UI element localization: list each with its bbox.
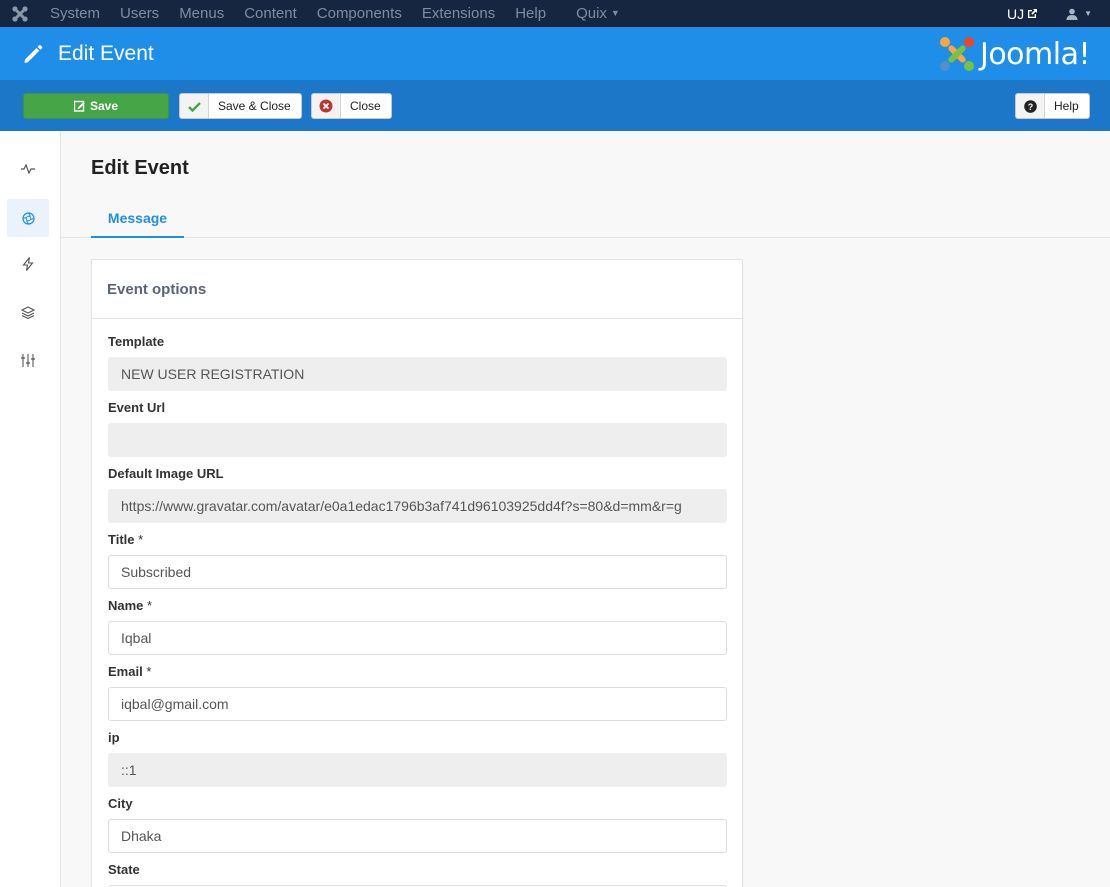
pulse-icon[interactable]: [7, 150, 49, 188]
chevron-down-icon: ▼: [610, 8, 620, 19]
nav-help[interactable]: Help: [505, 0, 556, 27]
nav-components[interactable]: Components: [307, 0, 412, 27]
layers-icon[interactable]: [7, 293, 49, 331]
pencil-icon: [22, 43, 44, 65]
required-marker: *: [138, 532, 144, 547]
top-navbar: System Users Menus Content Components Ex…: [0, 0, 1110, 27]
template-label: Template: [108, 334, 165, 349]
external-link-icon: [1028, 9, 1038, 18]
save-close-button[interactable]: Save & Close: [179, 93, 302, 119]
name-label-text: Name: [108, 598, 144, 613]
required-marker: *: [147, 598, 153, 613]
template-field[interactable]: [108, 357, 727, 391]
nav-menus[interactable]: Menus: [169, 0, 234, 27]
help-icon: ?: [1016, 94, 1045, 118]
name-field[interactable]: [108, 621, 727, 655]
title-bar: Edit Event Joomla!: [0, 27, 1110, 80]
check-icon: [180, 94, 209, 118]
email-label-text: Email: [108, 664, 143, 679]
nav-content[interactable]: Content: [234, 0, 307, 27]
close-circle-icon: [312, 94, 341, 118]
required-marker: *: [146, 664, 152, 679]
sliders-icon[interactable]: [7, 341, 49, 379]
user-icon: [1066, 8, 1078, 20]
default-image-url-label: Default Image URL: [108, 466, 224, 481]
email-label: Email *: [108, 664, 151, 679]
tab-message[interactable]: Message: [91, 199, 184, 238]
site-link[interactable]: UJ: [1007, 6, 1038, 22]
tab-bar: Message: [61, 199, 1110, 238]
title-label: Title *: [108, 532, 143, 547]
nav-users[interactable]: Users: [110, 0, 169, 27]
toolbar: Save Save & Close Close ? Help: [0, 80, 1110, 131]
help-button-label: Help: [1054, 99, 1079, 113]
edit-icon: [73, 94, 86, 118]
page-title: Edit Event: [91, 157, 189, 179]
joomla-logo-icon: [939, 37, 974, 71]
email-field[interactable]: [108, 687, 727, 721]
save-button[interactable]: Save: [23, 93, 169, 119]
help-button[interactable]: ? Help: [1015, 93, 1090, 119]
nav-system[interactable]: System: [40, 0, 110, 27]
event-options-card: Event options Template Event Url Default…: [91, 259, 743, 887]
lightning-icon[interactable]: [7, 245, 49, 283]
card-title: Event options: [92, 260, 742, 319]
close-button-label: Close: [350, 99, 381, 113]
chevron-down-icon: ▼: [1084, 9, 1092, 18]
joomla-menu-icon[interactable]: [0, 0, 40, 27]
event-url-label: Event Url: [108, 400, 166, 415]
sidebar: [0, 131, 61, 887]
site-link-label: UJ: [1006, 5, 1025, 22]
user-menu[interactable]: ▼: [1066, 8, 1092, 20]
city-field[interactable]: [108, 819, 727, 853]
title-label-text: Title: [108, 532, 135, 547]
page-header-title: Edit Event: [58, 41, 154, 65]
ip-field[interactable]: [108, 753, 727, 787]
nav-quix[interactable]: Quix ▼: [566, 0, 630, 27]
name-label: Name *: [108, 598, 152, 613]
city-label: City: [108, 796, 133, 811]
nav-extensions[interactable]: Extensions: [412, 0, 505, 27]
ip-label: ip: [108, 730, 120, 745]
nav-quix-label: Quix: [576, 4, 607, 22]
svg-text:?: ?: [1027, 102, 1033, 112]
state-label: State: [108, 862, 140, 877]
joomla-brand-logo: Joomla!: [938, 35, 1091, 73]
save-close-button-label: Save & Close: [218, 99, 291, 113]
save-button-label: Save: [89, 99, 119, 113]
title-field[interactable]: [108, 555, 727, 589]
default-image-url-field[interactable]: [108, 489, 727, 523]
close-button[interactable]: Close: [311, 93, 392, 119]
joomla-brand-text: Joomla!: [979, 36, 1091, 72]
aperture-icon[interactable]: [7, 199, 49, 237]
event-url-field[interactable]: [108, 423, 727, 457]
